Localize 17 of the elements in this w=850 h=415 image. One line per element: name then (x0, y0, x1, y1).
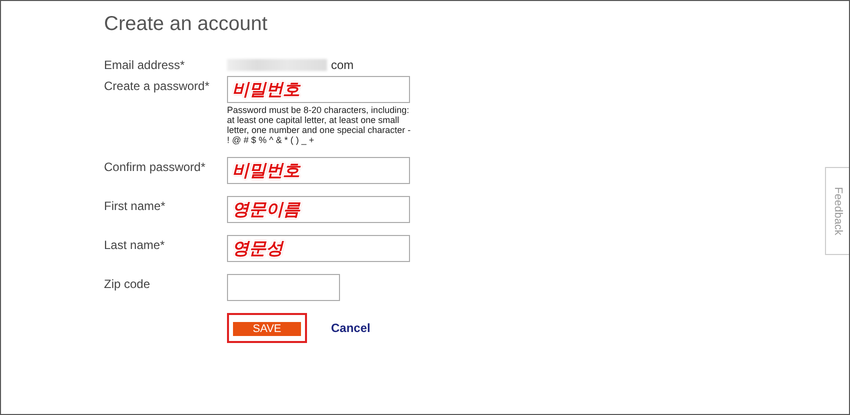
field-label: First name* (104, 198, 166, 213)
page-title: Create an account (104, 13, 268, 36)
field-label: Create a password* (104, 78, 210, 93)
input-field[interactable]: 비밀번호 (227, 76, 410, 103)
input-field[interactable] (227, 274, 340, 301)
field-label: Last name* (104, 237, 166, 252)
input-field[interactable]: 영문성 (227, 235, 410, 262)
input-field[interactable]: 영문이름 (227, 196, 410, 223)
cancel-link[interactable]: Cancel (331, 321, 370, 335)
save-button[interactable]: SAVE (233, 322, 301, 336)
input-field[interactable]: 비밀번호 (227, 157, 410, 184)
email-value: com (331, 58, 354, 72)
field-label: Confirm password* (104, 159, 206, 174)
password-hint: Password must be 8-20 characters, including: at least one capital letter, at least one small letter, one number and one special character - ! @ # $ % ^ & * ( ) _ + (227, 105, 412, 145)
feedback-tab[interactable]: Feedback (825, 167, 849, 255)
field-label: Email address* (104, 58, 186, 72)
field-label: Zip code (104, 276, 152, 291)
